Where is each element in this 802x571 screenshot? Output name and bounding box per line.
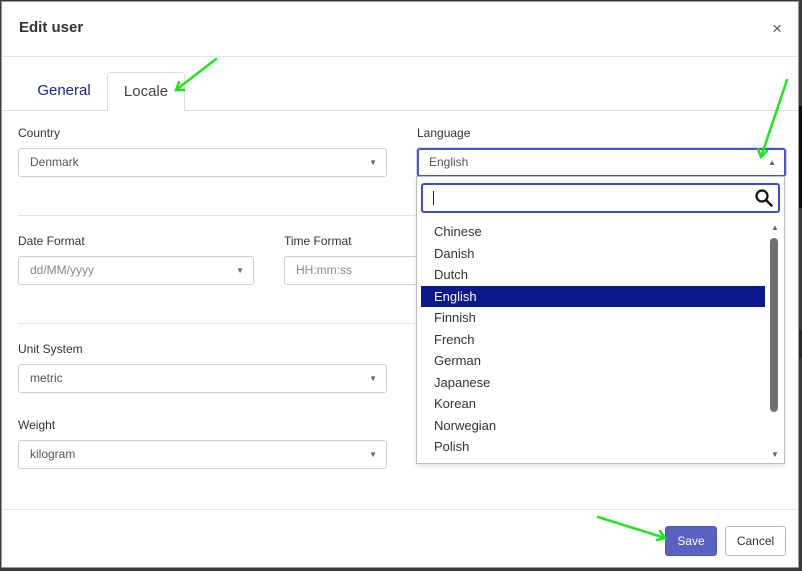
time-format-placeholder: HH:mm:ss <box>296 263 352 277</box>
language-option[interactable]: Finnish <box>421 307 765 329</box>
weight-select[interactable]: kilogram ▼ <box>18 440 387 469</box>
time-format-label: Time Format <box>284 234 352 248</box>
language-option[interactable]: Chinese <box>421 221 765 243</box>
scroll-up-icon[interactable]: ▲ <box>770 223 780 232</box>
date-format-select[interactable]: dd/MM/yyyy ▼ <box>18 256 254 285</box>
scrollbar-thumb[interactable] <box>770 238 778 412</box>
language-option[interactable]: Danish <box>421 243 765 265</box>
caret-down-icon: ▼ <box>369 158 377 167</box>
cancel-button[interactable]: Cancel <box>725 526 786 556</box>
search-icon <box>755 189 773 207</box>
weight-label: Weight <box>18 418 56 432</box>
weight-value: kilogram <box>30 447 76 461</box>
caret-down-icon: ▼ <box>369 374 377 383</box>
unit-system-value: metric <box>30 371 63 385</box>
language-option-selected[interactable]: English <box>421 285 765 307</box>
dialog-header: Edit user × <box>2 2 798 57</box>
tab-general[interactable]: General <box>21 72 107 110</box>
dialog-footer: Save Cancel <box>2 509 798 570</box>
language-option[interactable]: Japanese <box>421 372 765 394</box>
language-option[interactable]: Polish <box>421 436 765 458</box>
divider <box>18 323 417 324</box>
language-options-list: Chinese Danish Dutch English Finnish Fre… <box>421 221 765 458</box>
tab-bar: General Locale <box>2 56 798 111</box>
language-select[interactable]: English ▲ <box>417 148 786 177</box>
language-label: Language <box>417 126 471 140</box>
text-cursor <box>433 191 434 205</box>
language-option[interactable]: Dutch <box>421 264 765 286</box>
dialog-title: Edit user <box>19 19 84 36</box>
time-format-input[interactable]: HH:mm:ss <box>284 256 424 285</box>
language-option[interactable]: French <box>421 329 765 351</box>
date-format-placeholder: dd/MM/yyyy <box>30 263 95 277</box>
language-value: English <box>429 155 469 169</box>
country-label: Country <box>18 126 61 140</box>
language-search-input[interactable] <box>421 183 780 213</box>
unit-system-label: Unit System <box>18 342 83 356</box>
close-icon[interactable]: × <box>772 19 782 39</box>
caret-down-icon: ▼ <box>369 450 377 459</box>
caret-up-icon: ▲ <box>768 158 776 167</box>
language-option[interactable]: Korean <box>421 393 765 415</box>
unit-system-select[interactable]: metric ▼ <box>18 364 387 393</box>
country-select[interactable]: Denmark ▼ <box>18 148 387 177</box>
divider <box>18 215 417 216</box>
caret-down-icon: ▼ <box>236 266 244 275</box>
tab-locale[interactable]: Locale <box>107 72 185 111</box>
dropdown-scrollbar[interactable]: ▲ ▼ <box>768 223 780 459</box>
language-option[interactable]: Norwegian <box>421 415 765 437</box>
scroll-down-icon[interactable]: ▼ <box>770 450 780 459</box>
language-dropdown: Chinese Danish Dutch English Finnish Fre… <box>416 176 785 464</box>
language-option[interactable]: German <box>421 350 765 372</box>
date-format-label: Date Format <box>18 234 85 248</box>
country-value: Denmark <box>30 155 79 169</box>
save-button[interactable]: Save <box>665 526 717 556</box>
